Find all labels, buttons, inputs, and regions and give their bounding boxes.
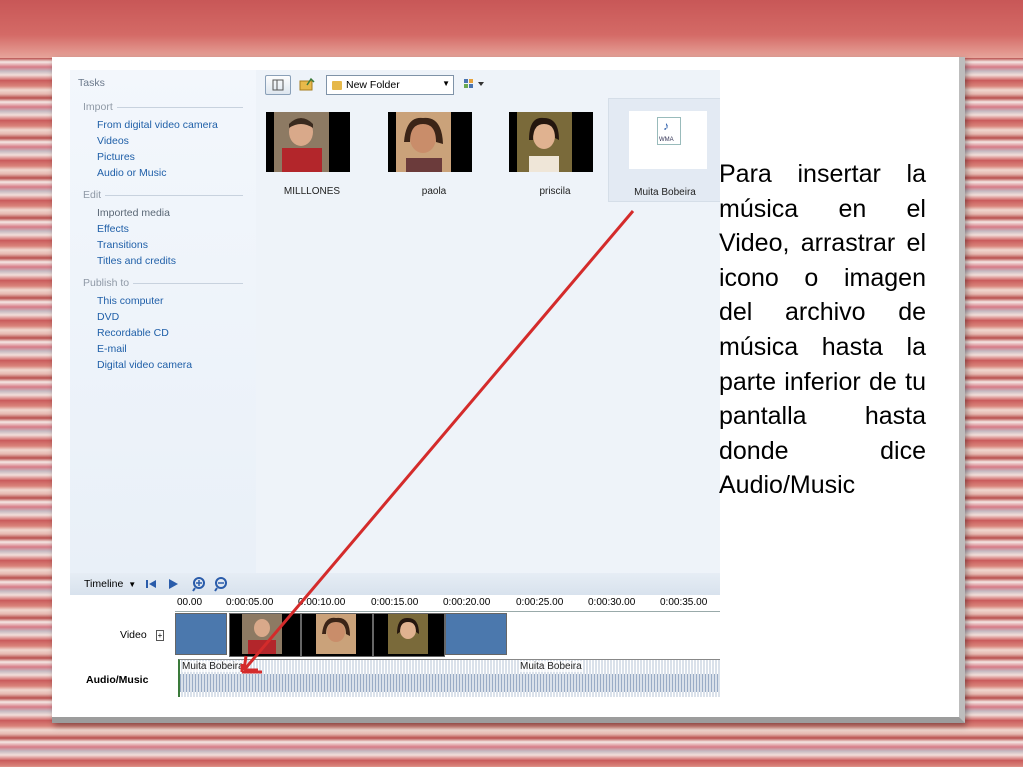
video-clip-paola[interactable] — [301, 613, 373, 657]
task-import-videos[interactable]: Videos — [97, 135, 129, 147]
audio-thumbnail: ♪ WMA — [629, 111, 707, 169]
music-note-icon: ♪ — [663, 119, 669, 133]
audio-music-track[interactable]: Muita Bobeira Muita Bobeira — [178, 659, 720, 697]
photo-millones — [274, 112, 329, 172]
clip-label: MILLLONES — [283, 186, 341, 197]
ruler-tick: 00.00 — [177, 597, 203, 608]
clip-thumbnail — [509, 112, 593, 172]
audio-clip-label: Muita Bobeira — [182, 661, 244, 672]
folder-dropdown-value: New Folder — [346, 79, 400, 91]
view-grid-icon — [464, 79, 484, 88]
import-heading: Import — [83, 101, 243, 113]
media-browser: New Folder ▼ MILLLONES paola priscila ♪ … — [256, 70, 720, 573]
instruction-text: Para insertar la música en el Video, arr… — [719, 160, 926, 500]
photo-paola-small — [316, 614, 356, 654]
audio-clip-label: Muita Bobeira — [520, 661, 582, 672]
task-import-pictures[interactable]: Pictures — [97, 151, 135, 163]
chevron-down-icon: ▼ — [442, 79, 450, 88]
slide-panel: Tasks Import From digital video camera V… — [52, 57, 965, 723]
zoom-out-icon[interactable] — [214, 576, 230, 592]
audio-track-label: Audio/Music — [86, 674, 149, 686]
timeline-label[interactable]: Timeline — [84, 578, 123, 590]
video-clip-priscila[interactable] — [373, 613, 445, 657]
video-track-label: Video + — [120, 629, 165, 641]
clip-thumbnail — [266, 112, 350, 172]
task-import-audio-music[interactable]: Audio or Music — [97, 167, 166, 179]
folder-up-icon — [299, 77, 315, 91]
task-titles-credits[interactable]: Titles and credits — [97, 255, 176, 267]
clip-priscila[interactable]: priscila — [499, 98, 597, 200]
timeline-panel: Timeline ▼ 00.00 0:00:05.00 0:00:10.00 0… — [70, 573, 720, 697]
task-recordable-cd[interactable]: Recordable CD — [97, 327, 169, 339]
timeline-ruler: 00.00 0:00:05.00 0:00:10.00 0:00:15.00 0… — [175, 595, 720, 612]
publish-heading: Publish to — [83, 277, 243, 289]
wma-file-icon: ♪ WMA — [657, 117, 681, 145]
clip-label: Muita Bobeira — [634, 187, 696, 198]
pane-icon — [272, 79, 284, 91]
photo-priscila-small — [388, 614, 428, 654]
ruler-tick: 0:00:30.00 — [588, 597, 636, 608]
clip-label: paola — [421, 186, 447, 197]
task-effects[interactable]: Effects — [97, 223, 129, 235]
clip-label: priscila — [539, 186, 571, 197]
video-track[interactable] — [175, 611, 720, 657]
edit-heading: Edit — [83, 189, 243, 201]
timeline-dropdown-icon[interactable]: ▼ — [128, 580, 136, 589]
clip-paola[interactable]: paola — [378, 98, 476, 200]
clip-millones[interactable]: MILLLONES — [256, 98, 354, 200]
view-options-button[interactable] — [462, 76, 490, 92]
photo-priscila — [517, 112, 572, 172]
task-imported-media[interactable]: Imported media — [97, 207, 170, 219]
browser-toolbar: New Folder ▼ — [256, 70, 720, 98]
slide-top-band — [0, 0, 1023, 58]
ruler-tick: 0:00:35.00 — [660, 597, 708, 608]
photo-paola — [396, 112, 451, 172]
tasks-pane: Tasks Import From digital video camera V… — [70, 70, 256, 573]
tasks-pane-toggle-button[interactable] — [265, 75, 291, 95]
task-dvd[interactable]: DVD — [97, 311, 119, 323]
ruler-tick: 0:00:05.00 — [226, 597, 274, 608]
photo-millones-small — [242, 614, 282, 654]
tasks-title: Tasks — [78, 77, 105, 89]
video-credits-clip[interactable] — [445, 613, 507, 655]
task-this-computer[interactable]: This computer — [97, 295, 164, 307]
zoom-in-icon[interactable] — [192, 576, 208, 592]
expand-icon[interactable]: + — [155, 630, 165, 641]
rewind-icon[interactable] — [144, 578, 158, 590]
movie-maker-window: Tasks Import From digital video camera V… — [70, 70, 720, 697]
ruler-tick: 0:00:25.00 — [516, 597, 564, 608]
timeline-toolbar: Timeline ▼ — [70, 573, 720, 595]
clip-thumbnail — [388, 112, 472, 172]
folder-dropdown[interactable]: New Folder ▼ — [326, 75, 454, 95]
folder-up-button[interactable] — [298, 76, 316, 92]
audio-waveform — [180, 674, 720, 692]
task-from-digital-video-camera[interactable]: From digital video camera — [97, 119, 218, 131]
video-title-clip[interactable] — [175, 613, 227, 655]
ruler-tick: 0:00:15.00 — [371, 597, 419, 608]
folder-icon — [332, 80, 342, 90]
video-clip-millones[interactable] — [229, 613, 301, 657]
task-email[interactable]: E-mail — [97, 343, 127, 355]
task-publish-digital-video-camera[interactable]: Digital video camera — [97, 359, 192, 371]
task-transitions[interactable]: Transitions — [97, 239, 148, 251]
ruler-tick: 0:00:20.00 — [443, 597, 491, 608]
ruler-tick: 0:00:10.00 — [298, 597, 346, 608]
clip-muita-bobeira[interactable]: ♪ WMA Muita Bobeira — [608, 98, 720, 202]
play-icon[interactable] — [166, 578, 180, 590]
